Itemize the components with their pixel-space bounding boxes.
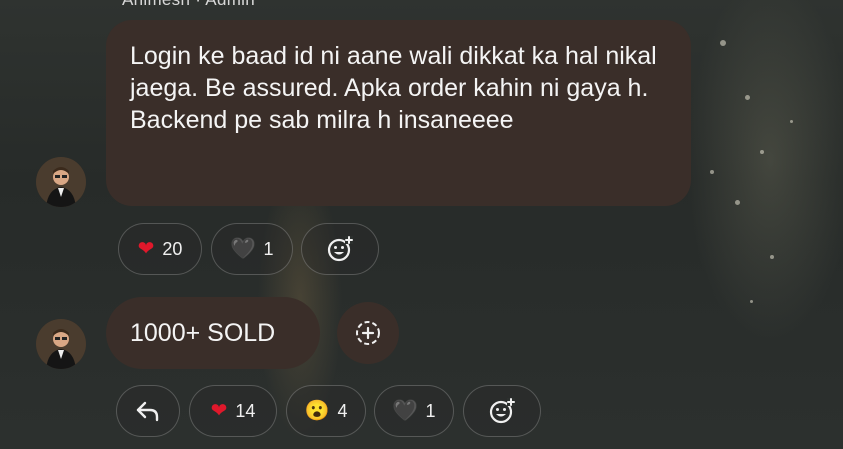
dashed-plus-icon — [356, 321, 380, 345]
reaction-heart[interactable]: ❤ 14 — [189, 385, 277, 437]
reaction-count: 4 — [337, 400, 348, 421]
background-bokeh — [770, 255, 774, 259]
sender-name: Animesh · Admin — [122, 0, 255, 10]
avatar[interactable] — [36, 319, 86, 369]
add-reaction-icon — [327, 236, 353, 262]
heart-icon: ❤ — [210, 400, 228, 422]
reaction-heart[interactable]: ❤ 20 — [118, 223, 202, 275]
background-bokeh — [760, 150, 764, 154]
add-emoji-button[interactable] — [337, 302, 399, 364]
reaction-surprised[interactable]: 😮 4 — [286, 385, 366, 437]
message-bubble[interactable]: 1000+ SOLD — [106, 297, 320, 369]
reaction-black-heart[interactable]: 🖤 1 — [211, 223, 293, 275]
reply-arrow-icon — [136, 401, 159, 422]
background-bokeh — [745, 95, 750, 100]
surprised-face-icon: 😮 — [304, 400, 330, 422]
reaction-black-heart[interactable]: 🖤 1 — [374, 385, 454, 437]
background-bokeh — [735, 200, 740, 205]
heart-icon: ❤ — [137, 238, 155, 260]
message-bubble[interactable]: Login ke baad id ni aane wali dikkat ka … — [106, 20, 691, 206]
background-bokeh — [790, 120, 793, 123]
add-reaction-button[interactable] — [463, 385, 541, 437]
reaction-count: 1 — [263, 238, 274, 259]
add-reaction-button[interactable] — [301, 223, 379, 275]
black-heart-icon: 🖤 — [392, 400, 418, 422]
reaction-count: 20 — [162, 238, 183, 259]
background-bokeh — [710, 170, 714, 174]
avatar-image — [36, 157, 86, 207]
reply-button[interactable] — [116, 385, 180, 437]
avatar-image — [36, 319, 86, 369]
reaction-count: 14 — [235, 400, 256, 421]
reaction-count: 1 — [425, 400, 436, 421]
add-reaction-icon — [489, 398, 515, 424]
background-bokeh — [720, 40, 726, 46]
background-bokeh — [750, 300, 753, 303]
avatar[interactable] — [36, 157, 86, 207]
black-heart-icon: 🖤 — [230, 238, 256, 260]
